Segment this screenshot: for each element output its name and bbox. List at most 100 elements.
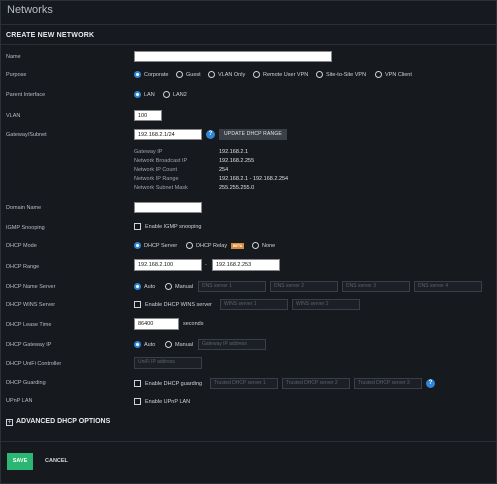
gateway-subnet-label: Gateway/Subnet bbox=[6, 132, 47, 138]
radio-icon bbox=[176, 71, 183, 78]
save-button[interactable]: SAVE bbox=[7, 453, 33, 470]
gateway-ip-option-label: Auto bbox=[144, 342, 156, 348]
subnet-mask-label: Network Subnet Mask bbox=[134, 185, 188, 191]
dhcp-guarding-label: DHCP Guarding bbox=[6, 380, 46, 386]
radio-icon bbox=[316, 71, 323, 78]
dhcp-mode-label: DHCP Mode bbox=[6, 243, 37, 249]
divider bbox=[1, 441, 497, 442]
ip-range-label: Network IP Range bbox=[134, 176, 179, 182]
purpose-option-label: Guest bbox=[186, 72, 201, 78]
dhcp-mode-radio-server[interactable] bbox=[134, 242, 141, 251]
divider bbox=[1, 44, 497, 45]
parent-radio-lan[interactable] bbox=[134, 91, 141, 100]
dhcp-unifi-controller-label: DHCP UniFi Controller bbox=[6, 361, 62, 367]
dns-server-2-input[interactable]: DNS server 2 bbox=[270, 281, 338, 292]
trusted-dhcp-server-3-input[interactable]: Trusted DHCP server 3 bbox=[354, 378, 422, 389]
parent-option-label: LAN bbox=[144, 92, 155, 98]
dhcp-lease-time-label: DHCP Lease Time bbox=[6, 322, 52, 328]
radio-icon bbox=[163, 91, 170, 98]
name-server-radio-manual[interactable] bbox=[165, 283, 172, 292]
name-input[interactable] bbox=[134, 51, 332, 62]
purpose-radio-vlan-only[interactable] bbox=[208, 71, 215, 80]
dhcp-range-start-input[interactable]: 192.168.2.100 bbox=[134, 259, 202, 271]
dhcp-guarding-check-label: Enable DHCP guarding bbox=[145, 381, 203, 387]
unifi-ip-address-input[interactable]: UniFi IP address bbox=[134, 357, 202, 369]
radio-icon bbox=[253, 71, 260, 78]
cancel-button[interactable]: CANCEL bbox=[45, 453, 68, 470]
upnp-lan-checkbox[interactable] bbox=[134, 398, 141, 405]
question-icon[interactable]: ? bbox=[426, 379, 435, 388]
igmp-snooping-checkbox[interactable] bbox=[134, 223, 141, 230]
radio-icon bbox=[208, 71, 215, 78]
dns-server-1-input[interactable]: DNS server 1 bbox=[198, 281, 266, 292]
purpose-radio-site-to-site-vpn[interactable] bbox=[316, 71, 323, 80]
dhcp-guarding-checkbox[interactable] bbox=[134, 380, 141, 387]
parent-radio-lan2[interactable] bbox=[163, 91, 170, 100]
wins-server-2-input[interactable]: WINS server 2 bbox=[292, 299, 360, 310]
page-title: Networks bbox=[7, 4, 53, 16]
ip-range-value: 192.168.2.1 - 192.168.2.254 bbox=[219, 176, 289, 182]
radio-icon bbox=[252, 242, 259, 249]
dhcp-range-separator: - bbox=[205, 262, 207, 268]
gateway-subnet-input[interactable]: 192.168.2.1/24 bbox=[134, 129, 202, 140]
name-label: Name bbox=[6, 54, 21, 60]
radio-selected-icon bbox=[134, 71, 141, 78]
advanced-dhcp-options-toggle[interactable]: ADVANCED DHCP OPTIONS bbox=[16, 418, 110, 425]
domain-name-input[interactable] bbox=[134, 202, 202, 213]
gateway-ip-option-label: Manual bbox=[175, 342, 194, 348]
radio-selected-icon bbox=[134, 242, 141, 249]
subnet-mask-value: 255.255.255.0 bbox=[219, 185, 255, 191]
trusted-dhcp-server-2-input[interactable]: Trusted DHCP server 2 bbox=[282, 378, 350, 389]
purpose-option-label: Site-to-Site VPN bbox=[326, 72, 367, 78]
dhcp-mode-radio-none[interactable] bbox=[252, 242, 259, 251]
lease-time-input[interactable]: 86400 bbox=[134, 318, 179, 330]
gateway-ip-radio-auto[interactable] bbox=[134, 341, 141, 350]
purpose-option-label: VPN Client bbox=[385, 72, 412, 78]
purpose-option-label: Corporate bbox=[144, 72, 169, 78]
upnp-lan-check-label: Enable UPnP LAN bbox=[145, 399, 191, 405]
broadcast-ip-value: 192.168.2.255 bbox=[219, 158, 255, 164]
radio-selected-icon bbox=[134, 341, 141, 348]
radio-icon bbox=[165, 341, 172, 348]
wins-server-1-input[interactable]: WINS server 1 bbox=[220, 299, 288, 310]
trusted-dhcp-server-1-input[interactable]: Trusted DHCP server 1 bbox=[210, 378, 278, 389]
wins-server-check-label: Enable DHCP WINS server bbox=[145, 302, 212, 308]
wins-server-checkbox[interactable] bbox=[134, 301, 141, 308]
radio-selected-icon bbox=[134, 283, 141, 290]
dhcp-gateway-ip-label: DHCP Gateway IP bbox=[6, 342, 52, 348]
gateway-ip-radio-manual[interactable] bbox=[165, 341, 172, 350]
radio-selected-icon bbox=[134, 91, 141, 98]
dhcp-range-label: DHCP Range bbox=[6, 264, 40, 270]
dhcp-mode-radio-relay[interactable] bbox=[186, 242, 193, 251]
gateway-ip-label: Gateway IP bbox=[134, 149, 163, 155]
igmp-snooping-check-label: Enable IGMP snooping bbox=[145, 224, 202, 230]
purpose-radio-corporate[interactable] bbox=[134, 71, 141, 80]
purpose-option-label: VLAN Only bbox=[218, 72, 246, 78]
radio-icon bbox=[165, 283, 172, 290]
name-server-radio-auto[interactable] bbox=[134, 283, 141, 292]
dns-server-3-input[interactable]: DNS server 3 bbox=[342, 281, 410, 292]
parent-interface-label: Parent Interface bbox=[6, 92, 46, 98]
purpose-radio-guest[interactable] bbox=[176, 71, 183, 80]
plus-box-icon[interactable]: + bbox=[6, 419, 13, 426]
ip-count-value: 254 bbox=[219, 167, 229, 173]
purpose-radio-remote-user-vpn[interactable] bbox=[253, 71, 260, 80]
lease-time-unit: seconds bbox=[183, 321, 204, 327]
dhcp-mode-option-label: DHCP Server bbox=[144, 243, 178, 249]
dns-server-4-input[interactable]: DNS server 4 bbox=[414, 281, 482, 292]
gateway-ip-address-input[interactable]: Gateway IP address bbox=[198, 339, 266, 350]
name-server-option-label: Manual bbox=[175, 284, 194, 290]
dhcp-range-end-input[interactable]: 192.168.2.253 bbox=[212, 259, 280, 271]
question-icon[interactable]: ? bbox=[206, 130, 215, 139]
dhcp-name-server-label: DHCP Name Server bbox=[6, 284, 56, 290]
dhcp-mode-option-label: DHCP Relay bbox=[196, 243, 228, 249]
purpose-radio-vpn-client[interactable] bbox=[375, 71, 382, 80]
update-dhcp-range-button[interactable]: UPDATE DHCP RANGE bbox=[219, 129, 287, 140]
dhcp-mode-option-label: None bbox=[262, 243, 276, 249]
igmp-snooping-label: IGMP Snooping bbox=[6, 225, 45, 231]
dhcp-wins-server-label: DHCP WINS Server bbox=[6, 302, 56, 308]
parent-option-label: LAN2 bbox=[173, 92, 187, 98]
vlan-label: VLAN bbox=[6, 113, 21, 119]
vlan-input[interactable]: 100 bbox=[134, 110, 162, 121]
upnp-lan-label: UPnP LAN bbox=[6, 398, 33, 404]
